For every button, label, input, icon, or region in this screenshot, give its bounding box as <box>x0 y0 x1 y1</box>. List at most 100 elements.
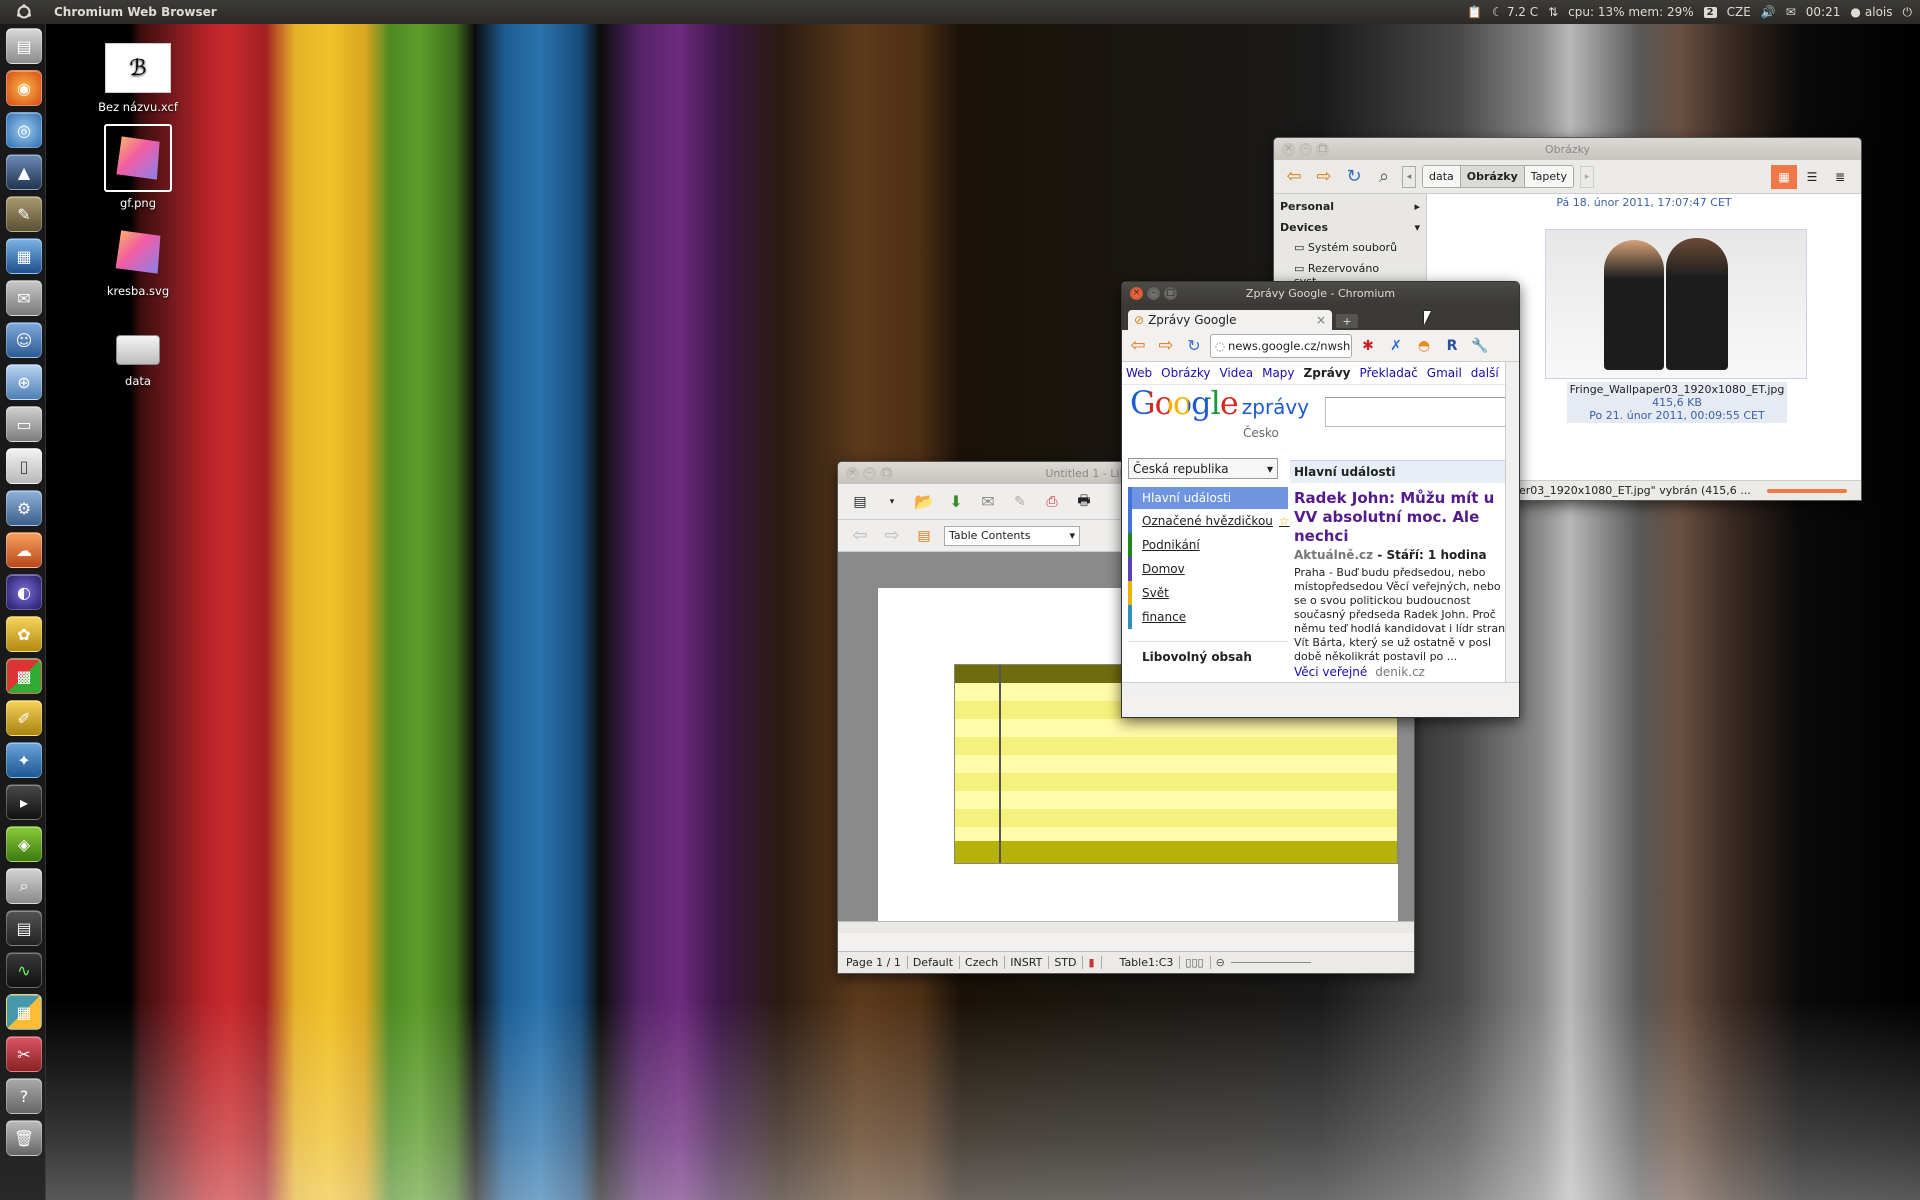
story-headline[interactable]: Radek John: Můžu mít u VV absolutní moc.… <box>1294 489 1516 546</box>
path-button-data[interactable]: data <box>1423 166 1461 187</box>
status-insert-mode[interactable]: INSRT <box>1004 956 1042 969</box>
back-arrow-icon[interactable]: ⇦ <box>1282 165 1306 189</box>
compact-view-icon[interactable]: ≣ <box>1827 165 1853 189</box>
status-selection-mode[interactable]: STD <box>1048 956 1076 969</box>
nav-link-more[interactable]: další <box>1471 366 1499 380</box>
maximize-icon[interactable]: □ <box>1316 142 1329 156</box>
sidebar-item-filesystem[interactable]: ▭ Systém souborů <box>1276 236 1424 259</box>
inkscape-icon[interactable]: ▲ <box>6 154 42 190</box>
google-news-logo[interactable]: Google zprávy <box>1130 384 1309 422</box>
tab-zpravy-google[interactable]: ⊘ Zprávy Google × <box>1128 310 1332 330</box>
sidebar-section-devices[interactable]: Devices ▾ <box>1276 215 1424 236</box>
nvidia-icon[interactable]: ◈ <box>6 826 42 862</box>
new-document-icon[interactable]: ▤ <box>848 490 872 514</box>
export-pdf-icon[interactable]: ⎙ <box>1040 490 1064 514</box>
news-search-input[interactable] <box>1325 397 1519 427</box>
nav-link-web[interactable]: Web <box>1126 366 1152 380</box>
sidebar-section-personal[interactable]: Personal ▸ <box>1276 198 1424 215</box>
edit-mode-icon[interactable]: ✎ <box>1008 490 1032 514</box>
maximize-icon[interactable]: □ <box>880 466 893 480</box>
system-monitor[interactable]: cpu: 13% mem: 29% <box>1568 5 1693 19</box>
ubuntu-one-icon[interactable]: ☁ <box>6 532 42 568</box>
status-language[interactable]: Czech <box>959 956 998 969</box>
story-source-link[interactable]: denik.cz <box>1375 665 1425 679</box>
scanner-icon[interactable]: ▭ <box>6 406 42 442</box>
file-manager-titlebar[interactable]: × – □ Obrázky <box>1274 138 1861 160</box>
ubuntu-logo-icon[interactable] <box>12 0 36 24</box>
minimize-icon[interactable]: – <box>863 466 876 480</box>
zoom-out-icon[interactable]: ⊖ <box>1209 956 1225 969</box>
status-style[interactable]: Default <box>906 956 953 969</box>
zoom-slider[interactable] <box>1230 962 1311 963</box>
view-layout-icon[interactable]: ▯▯▯ <box>1179 956 1204 969</box>
pidgin-icon[interactable]: ☺ <box>6 322 42 358</box>
desktop-icon-svg[interactable]: kresba.svg <box>93 224 183 298</box>
system-icon[interactable]: ▤ <box>6 910 42 946</box>
sketch-icon[interactable]: ✐ <box>6 700 42 736</box>
extension-bowl-icon[interactable]: ◓ <box>1412 334 1436 358</box>
back-arrow-icon[interactable]: ⇦ <box>1126 334 1150 358</box>
keyboard-layout[interactable]: CZE <box>1727 5 1751 19</box>
mail-icon[interactable]: ✉ <box>1786 5 1796 19</box>
firefox-icon[interactable]: ◉ <box>6 70 42 106</box>
nav-link-images[interactable]: Obrázky <box>1161 366 1210 380</box>
navigate-back-icon[interactable]: ⇦ <box>848 524 872 548</box>
clock[interactable]: 00:21 <box>1806 5 1841 19</box>
open-folder-icon[interactable]: 📂 <box>912 490 936 514</box>
styles-icon[interactable]: ▤ <box>912 524 936 548</box>
path-left-icon[interactable]: ◂ <box>1402 165 1416 188</box>
nav-link-gmail[interactable]: Gmail <box>1427 366 1462 380</box>
minimize-icon[interactable]: – <box>1147 286 1160 300</box>
list-view-icon[interactable]: ☰ <box>1799 165 1825 189</box>
dropdown-arrow-icon[interactable]: ▾ <box>880 490 904 514</box>
settings-icon[interactable]: ⚙ <box>6 490 42 526</box>
eclipse-icon[interactable]: ◐ <box>6 574 42 610</box>
terminal-icon[interactable]: ▸ <box>6 784 42 820</box>
table-footer-row[interactable] <box>955 841 1397 863</box>
messages-icon[interactable]: ✉ <box>6 280 42 316</box>
path-button-current[interactable]: Obrázky <box>1460 166 1525 187</box>
extension-r-icon[interactable]: R <box>1440 334 1464 358</box>
network-icon[interactable]: ⊕ <box>6 364 42 400</box>
icon-view-icon[interactable]: ▦ <box>1771 164 1797 189</box>
close-tab-icon[interactable]: × <box>1316 313 1326 327</box>
section-item-finance[interactable]: finance <box>1128 605 1288 629</box>
help-icon[interactable]: ? <box>6 1078 42 1114</box>
image-viewer-icon[interactable]: ▦ <box>6 238 42 274</box>
chromium-titlebar[interactable]: × – □ Zprávy Google - Chromium <box>1122 282 1519 304</box>
thunderbird-icon[interactable]: ✦ <box>6 742 42 778</box>
desktop-icon-png[interactable]: gf.png <box>93 124 183 210</box>
network-arrows-icon[interactable]: ⇅ <box>1548 5 1558 19</box>
section-item-world[interactable]: Svět <box>1128 581 1288 605</box>
url-bar[interactable]: ◌ news.google.cz/nwsh <box>1210 333 1352 358</box>
section-item-home[interactable]: Domov <box>1128 557 1288 581</box>
horizontal-scrollbar[interactable] <box>1122 682 1519 696</box>
section-item-top[interactable]: Hlavní události <box>1128 487 1288 509</box>
reload-icon[interactable]: ↻ <box>1182 334 1206 358</box>
close-icon[interactable]: × <box>1130 286 1143 300</box>
monitor-icon[interactable]: ∿ <box>6 952 42 988</box>
trash-icon[interactable]: 🗑 <box>6 1120 42 1156</box>
volume-icon[interactable]: 🔊 <box>1761 5 1776 19</box>
text-editor-icon[interactable]: ▯ <box>6 448 42 484</box>
game-icon[interactable]: ✿ <box>6 616 42 652</box>
nav-link-translate[interactable]: Překladač <box>1359 366 1417 380</box>
user-menu[interactable]: ● alois <box>1850 5 1892 19</box>
tools-icon[interactable]: ✂ <box>6 1036 42 1072</box>
forward-arrow-icon[interactable]: ⇨ <box>1154 334 1178 358</box>
forward-arrow-icon[interactable]: ⇨ <box>1312 165 1336 189</box>
files-icon[interactable]: ▤ <box>6 28 42 64</box>
nav-link-maps[interactable]: Mapy <box>1262 366 1294 380</box>
reload-icon[interactable]: ↻ <box>1342 165 1366 189</box>
workspaces-icon[interactable]: ▦ <box>6 994 42 1030</box>
vertical-scrollbar[interactable] <box>1505 362 1519 682</box>
nav-link-news[interactable]: Zprávy <box>1304 366 1351 380</box>
image-thumbnail[interactable] <box>1545 229 1807 379</box>
power-icon[interactable]: ⏻ <box>1903 5 1913 20</box>
weather-indicator[interactable]: ☾ 7.2 C <box>1492 5 1538 19</box>
email-icon[interactable]: ✉ <box>976 490 1000 514</box>
close-icon[interactable]: × <box>1282 142 1295 156</box>
chromium-icon[interactable]: ◎ <box>6 112 42 148</box>
wrench-icon[interactable]: 🔧 <box>1468 334 1492 358</box>
section-item-business[interactable]: Podnikání <box>1128 533 1288 557</box>
